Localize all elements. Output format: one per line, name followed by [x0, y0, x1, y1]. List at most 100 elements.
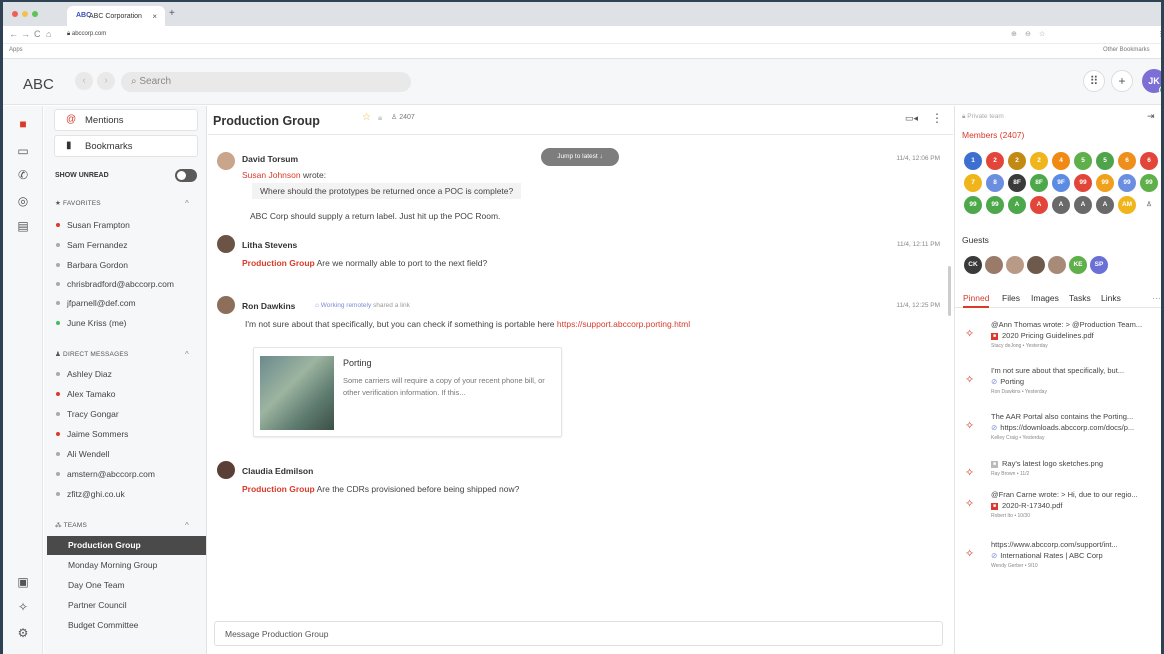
message-author[interactable]: David Torsum	[242, 154, 298, 164]
history-forward-icon[interactable]: ›	[97, 72, 115, 90]
guest-avatar[interactable]	[1048, 256, 1066, 274]
team-item[interactable]: Budget Committee	[47, 616, 206, 635]
reload-icon[interactable]: C	[34, 29, 41, 39]
pin-icon[interactable]: ✧	[965, 547, 974, 560]
member-avatar[interactable]: 9F	[1052, 174, 1070, 192]
guest-avatar[interactable]	[1027, 256, 1045, 274]
video-call-icon[interactable]: ▭◂	[905, 113, 918, 124]
direct-messages-header[interactable]: ♟ DIRECT MESSAGES ^	[55, 350, 189, 359]
member-avatar[interactable]: 99	[1096, 174, 1114, 192]
chevron-up-icon[interactable]: ^	[185, 521, 189, 530]
tab-files[interactable]: Files	[1002, 293, 1020, 303]
mentions-button[interactable]: @ Mentions	[54, 109, 198, 131]
pin-icon[interactable]: ✧	[965, 497, 974, 510]
maximize-window-dot[interactable]	[32, 11, 38, 17]
dm-item[interactable]: Alex Tamako	[55, 389, 205, 399]
collapse-panel-icon[interactable]: ⇥	[1147, 111, 1155, 122]
back-icon[interactable]: ←	[9, 29, 18, 39]
favorite-item[interactable]: jfparnell@def.com	[55, 298, 205, 308]
chat-icon[interactable]: ■	[16, 117, 30, 131]
history-back-icon[interactable]: ‹	[75, 72, 93, 90]
guest-avatar[interactable]	[1006, 256, 1024, 274]
guest-avatar[interactable]: SP	[1090, 256, 1108, 274]
message-link[interactable]: https://support.abccorp.porting.html	[557, 319, 690, 329]
message-author[interactable]: Litha Stevens	[242, 240, 297, 250]
member-avatar[interactable]: 6	[1118, 152, 1136, 170]
link-preview-card[interactable]: Porting Some carriers will require a cop…	[253, 347, 562, 437]
bookmark-star-icon[interactable]: ☆	[1039, 30, 1045, 38]
team-item[interactable]: Partner Council	[47, 596, 206, 615]
settings-icon[interactable]: ⚙	[16, 626, 30, 640]
screen-share-icon[interactable]: ▣	[16, 575, 30, 589]
avatar[interactable]	[217, 152, 235, 170]
tab-links[interactable]: Links	[1101, 293, 1121, 303]
dm-item[interactable]: amstern@abccorp.com	[55, 469, 205, 479]
dm-item[interactable]: Ashley Diaz	[55, 369, 205, 379]
member-avatar[interactable]: 99	[1074, 174, 1092, 192]
avatar[interactable]	[217, 296, 235, 314]
member-avatar[interactable]: 5	[1074, 152, 1092, 170]
guest-avatar[interactable]	[985, 256, 1003, 274]
message-author[interactable]: Claudia Edmilson	[242, 466, 313, 476]
member-avatar[interactable]: AM	[1118, 196, 1136, 214]
favorite-item[interactable]: June Kriss (me)	[55, 318, 205, 328]
other-bookmarks[interactable]: Other Bookmarks	[1103, 47, 1150, 53]
tab-images[interactable]: Images	[1031, 293, 1059, 303]
chevron-up-icon[interactable]: ^	[185, 350, 189, 359]
member-avatar[interactable]: A	[1052, 196, 1070, 214]
member-avatar[interactable]: 99	[986, 196, 1004, 214]
dm-item[interactable]: Jaime Sommers	[55, 429, 205, 439]
member-avatar[interactable]: A	[1096, 196, 1114, 214]
members-header[interactable]: Members (2407)	[962, 130, 1024, 140]
zoom-icon[interactable]: ⊖	[1025, 30, 1031, 38]
favorites-header[interactable]: ★ FAVORITES ^	[55, 199, 189, 208]
quote-author[interactable]: Susan Johnson	[242, 170, 301, 180]
close-window-dot[interactable]	[12, 11, 18, 17]
extension-icon[interactable]: ⊕	[1011, 30, 1017, 38]
tab-tasks[interactable]: Tasks	[1069, 293, 1091, 303]
member-avatar[interactable]: 8	[986, 174, 1004, 192]
member-avatar[interactable]: 99	[1118, 174, 1136, 192]
avatar[interactable]	[217, 235, 235, 253]
browser-tab[interactable]: ABC ABC Corporation ×	[67, 6, 165, 26]
video-icon[interactable]: ▭	[16, 144, 30, 158]
team-item[interactable]: Day One Team	[47, 576, 206, 595]
apps-icon[interactable]: ✧	[16, 600, 30, 614]
member-avatar[interactable]: 99	[964, 196, 982, 214]
member-count[interactable]: ♙ 2407	[391, 113, 415, 121]
favorite-star-icon[interactable]: ☆	[362, 112, 371, 123]
member-avatar[interactable]: 6	[1140, 152, 1158, 170]
phone-icon[interactable]: ✆	[16, 168, 30, 182]
browser-menu-icon[interactable]: ⋮	[1157, 30, 1161, 38]
team-item-active[interactable]: Production Group	[47, 536, 206, 555]
member-avatar[interactable]: A	[1008, 196, 1026, 214]
add-icon[interactable]: +	[1111, 70, 1133, 92]
search-input[interactable]: ⌕ Search	[121, 72, 411, 92]
team-item[interactable]: Monday Morning Group	[47, 556, 206, 575]
favorite-item[interactable]: Barbara Gordon	[55, 260, 205, 270]
member-avatar[interactable]: 8F	[1008, 174, 1026, 192]
member-avatar[interactable]: A	[1074, 196, 1092, 214]
minimize-window-dot[interactable]	[22, 11, 28, 17]
bookmarks-button[interactable]: ▮ Bookmarks	[54, 135, 198, 157]
team-mention[interactable]: Production Group	[242, 258, 315, 268]
scrollbar[interactable]	[948, 266, 951, 316]
url-field[interactable]: 🔒︎ abccorp.com	[67, 29, 106, 38]
member-avatar[interactable]: 4	[1052, 152, 1070, 170]
favorite-item[interactable]: Sam Fernandez	[55, 240, 205, 250]
close-tab-icon[interactable]: ×	[152, 12, 157, 21]
favorite-item[interactable]: chrisbradford@abccorp.com	[55, 279, 205, 289]
member-avatar[interactable]: 8F	[1030, 174, 1048, 192]
pin-icon[interactable]: ✧	[965, 373, 974, 386]
member-avatar[interactable]: 7	[964, 174, 982, 192]
more-members-icon[interactable]: ♙	[1140, 196, 1158, 214]
dm-item[interactable]: Ali Wendell	[55, 449, 205, 459]
team-mention[interactable]: Production Group	[242, 484, 315, 494]
jump-to-latest-button[interactable]: Jump to latest ↓	[541, 148, 619, 166]
message-input[interactable]: Message Production Group	[214, 621, 943, 646]
forward-icon[interactable]: →	[21, 29, 30, 39]
dm-item[interactable]: Tracy Gongar	[55, 409, 205, 419]
member-avatar[interactable]: 1	[964, 152, 982, 170]
guest-avatar[interactable]: KE	[1069, 256, 1087, 274]
member-avatar[interactable]: 2	[986, 152, 1004, 170]
